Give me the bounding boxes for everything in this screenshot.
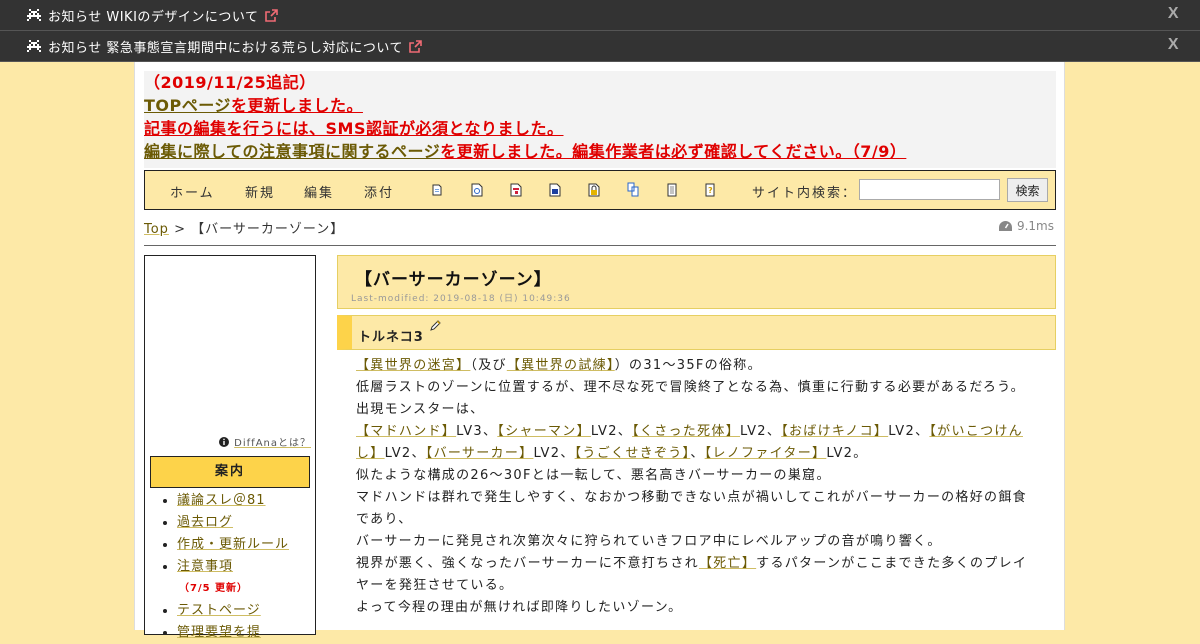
monster-level: LV2、 [888, 424, 930, 439]
link-otherworld-dungeon[interactable]: 【異世界の迷宮】 [356, 358, 470, 373]
list-item: 管理要望を提 [177, 622, 289, 644]
announce-line2[interactable]: を更新しました。 [231, 96, 363, 115]
text: 視界が悪く、強くなったバーサーカーに不意打ちされ [356, 556, 699, 571]
paragraph: 低層ラストのゾーンに位置するが、理不尽な死で冒険終了となる為、慎重に行動する必要… [356, 380, 1025, 395]
monster-link[interactable]: 【くさった死体】 [632, 424, 740, 439]
notice-bar-2: お知らせ 緊急事態宣言期間中における荒らし対応について X [0, 31, 1200, 62]
list-item: 過去ログ [177, 512, 289, 534]
breadcrumb-top[interactable]: Top [144, 222, 169, 237]
paragraph: よって今程の理由が無ければ即降りしたいゾーン。 [356, 600, 683, 615]
notice-text[interactable]: お知らせ WIKIのデザインについて [48, 6, 259, 25]
nav-attach[interactable]: 添付 [364, 182, 394, 201]
nav-home[interactable]: ホーム [170, 182, 215, 201]
menu-list: 議論スレ＠81 過去ログ 作成・更新ルール 注意事項 （7/5 更新） テストペ… [159, 490, 289, 644]
monster-link[interactable]: 【おばけキノコ】 [781, 424, 888, 439]
breadcrumb-current: 【バーサーカーゾーン】 [191, 222, 345, 237]
page-container: （2019/11/25追記） TOPページを更新しました。 記事の編集を行うには… [134, 62, 1065, 640]
timing-value: 9.1ms [1016, 219, 1054, 233]
page-title: 【バーサーカーゾーン】 [355, 270, 552, 290]
last-modified: Last-modified: 2019-08-18 (日) 10:49:36 [351, 294, 571, 304]
info-icon [219, 436, 230, 447]
menu-link-test[interactable]: テストページ [177, 603, 261, 618]
monster-list: 【マドハンド】LV3、【シャーマン】LV2、【くさった死体】LV2、【おばけキノ… [356, 421, 1036, 465]
search-input[interactable] [859, 179, 1000, 200]
close-button[interactable]: X [1168, 5, 1179, 23]
monster-level: LV2。 [826, 446, 868, 461]
announce-line4[interactable]: を更新しました。編集作業者は必ず確認してください。（7/9） [440, 142, 906, 161]
section-title: トルネコ3 [358, 330, 424, 345]
page-title-box: 【バーサーカーゾーン】 Last-modified: 2019-08-18 (日… [337, 255, 1056, 309]
monster-level: LV2、 [384, 446, 426, 461]
menu-heading: 案内 [150, 456, 310, 488]
section-heading: トルネコ3 [337, 315, 1056, 350]
monster-link[interactable]: 【シャーマン】 [497, 424, 591, 439]
list-item: 作成・更新ルール [177, 534, 289, 556]
backup-icon[interactable] [549, 182, 561, 197]
toolbar: ホーム 新規 編集 添付 ? サイト内検索： 検索 [144, 170, 1056, 210]
menu-link-rules[interactable]: 作成・更新ルール [177, 537, 289, 552]
monster-level: LV3、 [456, 424, 498, 439]
recent-icon[interactable] [667, 182, 679, 197]
breadcrumb-separator: > [174, 222, 186, 237]
monster-level: LV2、 [590, 424, 633, 439]
monster-level: 、 [690, 446, 705, 461]
notice-text[interactable]: お知らせ 緊急事態宣言期間中における荒らし対応について [48, 37, 403, 56]
external-link-icon[interactable] [409, 39, 422, 53]
paragraph: マドハンドは群れで発生しやすく、なおかつ移動できない点が禍いしてこれがバーサーカ… [356, 490, 1027, 527]
render-timing: 9.1ms [998, 219, 1054, 233]
monster-link[interactable]: 【バーサーカー】 [426, 446, 534, 461]
search-button[interactable]: 検索 [1007, 178, 1048, 202]
update-badge: （7/5 更新） [179, 583, 249, 594]
paragraph: 出現モンスターは、 [356, 402, 485, 417]
nav-new[interactable]: 新規 [245, 182, 275, 201]
monster-link[interactable]: 【マドハンド】 [356, 424, 456, 439]
menu-link-admin[interactable]: 管理要望を提 [177, 625, 261, 640]
header-divider [144, 245, 1056, 246]
paragraph: 【異世界の迷宮】（及び【異世界の試練】）の31～35Fの俗称。 [356, 355, 1036, 377]
svg-text:?: ? [708, 186, 713, 195]
invader-icon [27, 9, 41, 21]
menu-link-discussion[interactable]: 議論スレ＠81 [177, 493, 266, 508]
external-link-icon[interactable] [264, 8, 278, 22]
sms-auth-notice[interactable]: 記事の編集を行うには、SMS認証が必須となりました。 [144, 119, 564, 138]
link-death[interactable]: 【死亡】 [699, 556, 756, 571]
list-item: 議論スレ＠81 [177, 490, 289, 512]
edit-notes-link[interactable]: 編集に際しての注意事項に関するページ [144, 142, 440, 161]
notice-bar-1: お知らせ WIKIのデザインについて X [0, 0, 1200, 31]
monster-link[interactable]: 【うごくせきぞう】 [575, 446, 691, 461]
freeze-icon[interactable] [588, 182, 600, 197]
list-icon[interactable] [627, 182, 639, 197]
monster-level: LV2、 [533, 446, 575, 461]
diff-icon[interactable] [510, 182, 522, 197]
nav-edit[interactable]: 編集 [304, 182, 334, 201]
search-label: サイト内検索： [752, 186, 858, 201]
breadcrumb: Top > 【バーサーカーゾーン】 [144, 218, 344, 237]
text: ）の31～35Fの俗称。 [614, 358, 762, 373]
list-item: テストページ [177, 600, 289, 622]
invader-icon [27, 40, 41, 52]
help-icon[interactable]: ? [705, 182, 717, 197]
menu-link-notes[interactable]: 注意事項 [177, 559, 233, 574]
paragraph: バーサーカーに発見され次第次々に狩られていきフロア中にレベルアップの音が鳴り響く… [356, 534, 942, 549]
paragraph: 視界が悪く、強くなったバーサーカーに不意打ちされ【死亡】するパターンがここまでき… [356, 553, 1036, 597]
dashboard-icon [998, 220, 1012, 231]
top-page-link[interactable]: TOPページ [144, 96, 231, 115]
menu-link-archive[interactable]: 過去ログ [177, 515, 233, 530]
rename-icon[interactable] [471, 182, 483, 197]
announce-date: （2019/11/25追記） [144, 73, 316, 92]
menubar: DiffAnaとは？ 案内 議論スレ＠81 過去ログ 作成・更新ルール 注意事項… [144, 255, 316, 640]
monster-level: LV2、 [740, 424, 782, 439]
monster-link[interactable]: 【レノファイター】 [705, 446, 827, 461]
link-otherworld-trial[interactable]: 【異世界の試練】 [507, 358, 615, 373]
paragraph: 似たような構成の26～30Fとは一転して、悪名高きバーサーカーの巣窟。 [356, 468, 831, 483]
text: （及び [470, 358, 507, 373]
article-body: 【異世界の迷宮】（及び【異世界の試練】）の31～35Fの俗称。 低層ラストのゾー… [356, 355, 1036, 619]
diffana-text[interactable]: DiffAnaとは？ [234, 434, 311, 449]
announcement-box: （2019/11/25追記） TOPページを更新しました。 記事の編集を行うには… [144, 71, 1056, 168]
copy-page-icon[interactable] [432, 182, 444, 197]
list-item: 注意事項 （7/5 更新） [177, 556, 289, 600]
edit-pencil-icon[interactable] [430, 320, 441, 331]
close-button[interactable]: X [1168, 36, 1179, 54]
diffana-link[interactable]: DiffAnaとは？ [219, 434, 311, 449]
